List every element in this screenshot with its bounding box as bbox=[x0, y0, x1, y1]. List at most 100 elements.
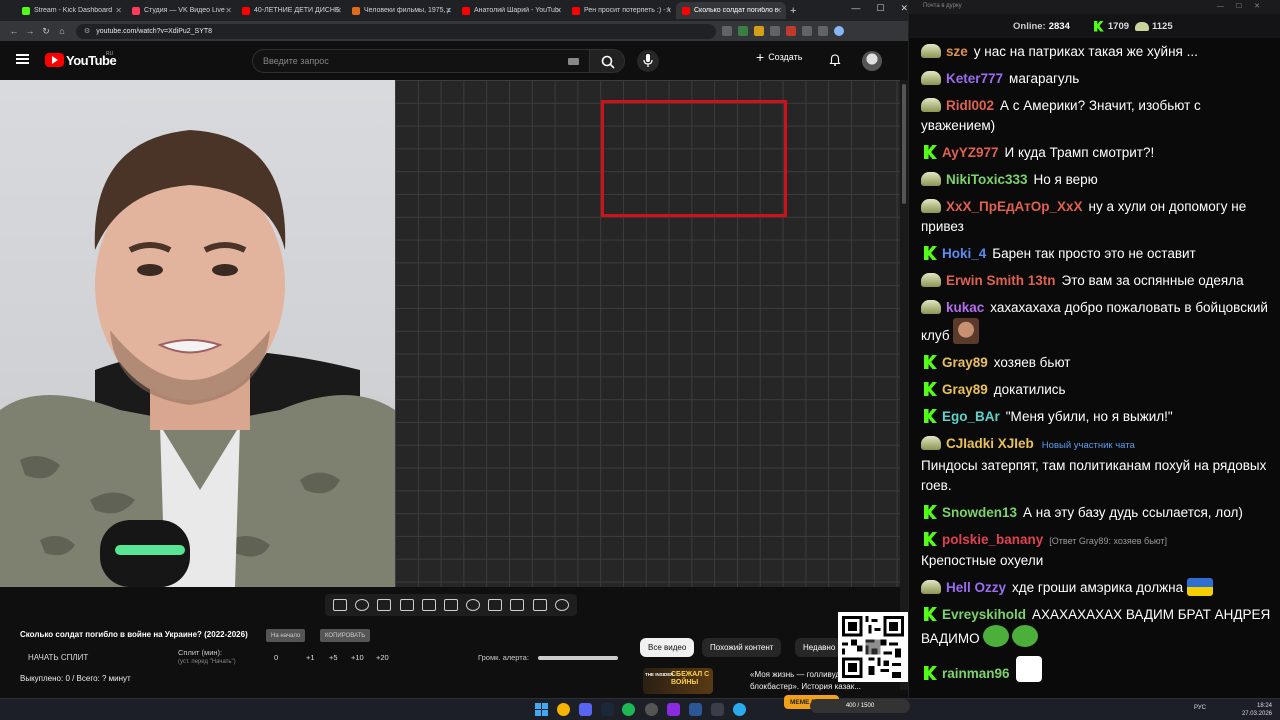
browser-tab[interactable]: Stream - Kick Dashboard ✕ bbox=[16, 2, 126, 19]
chat-window-controls[interactable]: —☐✕ bbox=[1217, 2, 1272, 10]
site-info-icon[interactable]: ⚙ bbox=[84, 27, 90, 35]
maximize-icon[interactable]: ☐ bbox=[876, 3, 884, 14]
avatar[interactable] bbox=[862, 51, 882, 71]
browser-tab-active[interactable]: Сколько солдат погибло в ✕ bbox=[676, 2, 786, 19]
close-window-icon[interactable]: ✕ bbox=[900, 3, 908, 14]
split-plus-20-button[interactable]: +20 bbox=[376, 653, 389, 662]
recommended-thumbnail[interactable]: THE INSIDER СБЕЖАЛ С ВОЙНЫ bbox=[643, 668, 713, 694]
chat-username[interactable]: Hell Ozzy bbox=[946, 580, 1006, 595]
browser-tab[interactable]: Рен просит потерпеть :) - Y ✕ bbox=[566, 2, 676, 19]
new-tab-button[interactable]: + bbox=[790, 5, 796, 17]
steam-icon[interactable] bbox=[601, 703, 614, 716]
extension-icon[interactable] bbox=[786, 26, 796, 36]
download-icon[interactable] bbox=[818, 26, 828, 36]
menu-icon[interactable] bbox=[16, 54, 29, 64]
browser-tab[interactable]: Студия — VK Видео Live ✕ bbox=[126, 2, 236, 19]
extension-icon[interactable] bbox=[754, 26, 764, 36]
reply-reference[interactable]: [Ответ Gray89: хозяев бьют] bbox=[1049, 536, 1167, 546]
chat-username[interactable]: Keter777 bbox=[946, 71, 1003, 86]
close-icon[interactable]: ✕ bbox=[225, 6, 232, 15]
chat-username[interactable]: Hoki_4 bbox=[942, 246, 986, 261]
close-icon[interactable]: ✕ bbox=[555, 6, 562, 15]
speed-gauge-icon[interactable] bbox=[466, 599, 481, 611]
browser-tab[interactable]: Человеки фильмы, 1975, дата✕ bbox=[346, 2, 456, 19]
create-button[interactable]: + Создать bbox=[756, 50, 802, 64]
chip-similar[interactable]: Похожий контент bbox=[702, 638, 782, 657]
close-icon[interactable]: ✕ bbox=[665, 6, 672, 15]
chat-username[interactable]: Ridl002 bbox=[946, 98, 994, 113]
reload-icon[interactable]: ↻ bbox=[38, 26, 54, 37]
minimize-icon[interactable]: — bbox=[851, 3, 860, 14]
youtube-logo-icon[interactable] bbox=[45, 53, 64, 67]
start-split-button[interactable]: НАЧАТЬ СПЛИТ bbox=[28, 653, 88, 662]
discord-icon[interactable] bbox=[579, 703, 592, 716]
film-icon[interactable] bbox=[399, 599, 414, 611]
split-value-0[interactable]: 0 bbox=[274, 653, 278, 662]
chip-all-videos[interactable]: Все видео bbox=[640, 638, 695, 657]
profile-icon[interactable] bbox=[834, 26, 844, 36]
search-button[interactable] bbox=[589, 49, 625, 73]
go-to-start-button[interactable]: На начало bbox=[266, 629, 306, 642]
search-input[interactable]: Введите запрос bbox=[252, 49, 590, 73]
subtitles-icon[interactable] bbox=[443, 599, 458, 611]
repeat-icon[interactable] bbox=[333, 599, 348, 611]
close-icon[interactable]: ✕ bbox=[115, 6, 122, 15]
keyboard-icon[interactable] bbox=[568, 58, 579, 65]
gear-icon[interactable] bbox=[554, 599, 569, 611]
voice-search-button[interactable] bbox=[637, 50, 659, 72]
copy-button[interactable]: КОПИРОВАТЬ bbox=[320, 629, 371, 642]
spotify-icon[interactable] bbox=[622, 703, 635, 716]
chat-username[interactable]: sze bbox=[946, 44, 968, 59]
close-icon[interactable]: ✕ bbox=[445, 6, 452, 15]
extension-icon[interactable] bbox=[722, 26, 732, 36]
chip-recent[interactable]: Недавно bbox=[795, 638, 841, 657]
chat-username[interactable]: AyYZ977 bbox=[942, 145, 999, 160]
screenshot-icon[interactable] bbox=[510, 599, 525, 611]
picture-in-picture-icon[interactable] bbox=[421, 599, 436, 611]
camera-eye-icon[interactable] bbox=[377, 599, 392, 611]
extension-icon[interactable] bbox=[770, 26, 780, 36]
chrome-icon[interactable] bbox=[557, 703, 570, 716]
chat-username[interactable]: rainman96 bbox=[942, 666, 1010, 681]
close-icon[interactable]: ✕ bbox=[775, 6, 782, 15]
split-plus-5-button[interactable]: +5 bbox=[329, 653, 338, 662]
app-icon[interactable] bbox=[667, 703, 680, 716]
address-bar[interactable]: ⚙ youtube.com/watch?v=XdiPu2_SYT8 bbox=[76, 23, 716, 39]
system-clock[interactable]: 18:24 27.03.2026 bbox=[1242, 702, 1272, 718]
flask-icon[interactable] bbox=[532, 599, 547, 611]
close-icon[interactable]: ✕ bbox=[335, 6, 342, 15]
chat-username[interactable]: XxX_ПрЕдАтОр_XxX bbox=[946, 199, 1083, 214]
split-plus-10-button[interactable]: +10 bbox=[351, 653, 364, 662]
windows-start-icon[interactable] bbox=[535, 703, 548, 716]
chat-username[interactable]: Erwin Smith 13tn bbox=[946, 273, 1056, 288]
forward-icon[interactable]: → bbox=[22, 26, 38, 36]
extension-icon[interactable] bbox=[738, 26, 748, 36]
browser-tab[interactable]: 40-ЛЕТНИЕ ДЕТИ ДИСНЕЯ ✕ bbox=[236, 2, 346, 19]
add-clip-icon[interactable] bbox=[488, 599, 503, 611]
explorer-icon[interactable] bbox=[711, 703, 724, 716]
browser-tab[interactable]: Анатолий Шарий - YouTube ✕ bbox=[456, 2, 566, 19]
obs-icon[interactable] bbox=[645, 703, 658, 716]
chat-username[interactable]: Ego_BAr bbox=[942, 409, 1000, 424]
chat-username[interactable]: NikiToxic333 bbox=[946, 172, 1028, 187]
home-icon[interactable]: ⌂ bbox=[54, 26, 70, 36]
split-plus-1-button[interactable]: +1 bbox=[306, 653, 315, 662]
keyboard-language[interactable]: РУС bbox=[1194, 705, 1206, 711]
chat-username[interactable]: polskie_banany bbox=[942, 532, 1043, 547]
chat-username[interactable]: Snowden13 bbox=[942, 505, 1017, 520]
chat-username[interactable]: CJIadki XJIeb bbox=[946, 436, 1034, 451]
chat-text: Барен так просто это не оставит bbox=[992, 246, 1196, 261]
back-icon[interactable]: ← bbox=[6, 26, 22, 36]
telegram-icon[interactable] bbox=[733, 703, 746, 716]
extension-icon[interactable] bbox=[802, 26, 812, 36]
chat-username[interactable]: Evreyskihold bbox=[942, 607, 1026, 622]
media-player-icon[interactable] bbox=[689, 703, 702, 716]
chat-username[interactable]: Gray89 bbox=[942, 355, 988, 370]
chat-username[interactable]: Gray89 bbox=[942, 382, 988, 397]
broadcast-icon[interactable] bbox=[355, 599, 370, 611]
chat-username[interactable]: kukac bbox=[946, 300, 984, 315]
video-player[interactable] bbox=[0, 80, 900, 587]
notifications-icon[interactable] bbox=[829, 54, 841, 66]
alert-volume-slider[interactable] bbox=[538, 656, 618, 660]
page-scrollbar[interactable] bbox=[900, 80, 908, 690]
